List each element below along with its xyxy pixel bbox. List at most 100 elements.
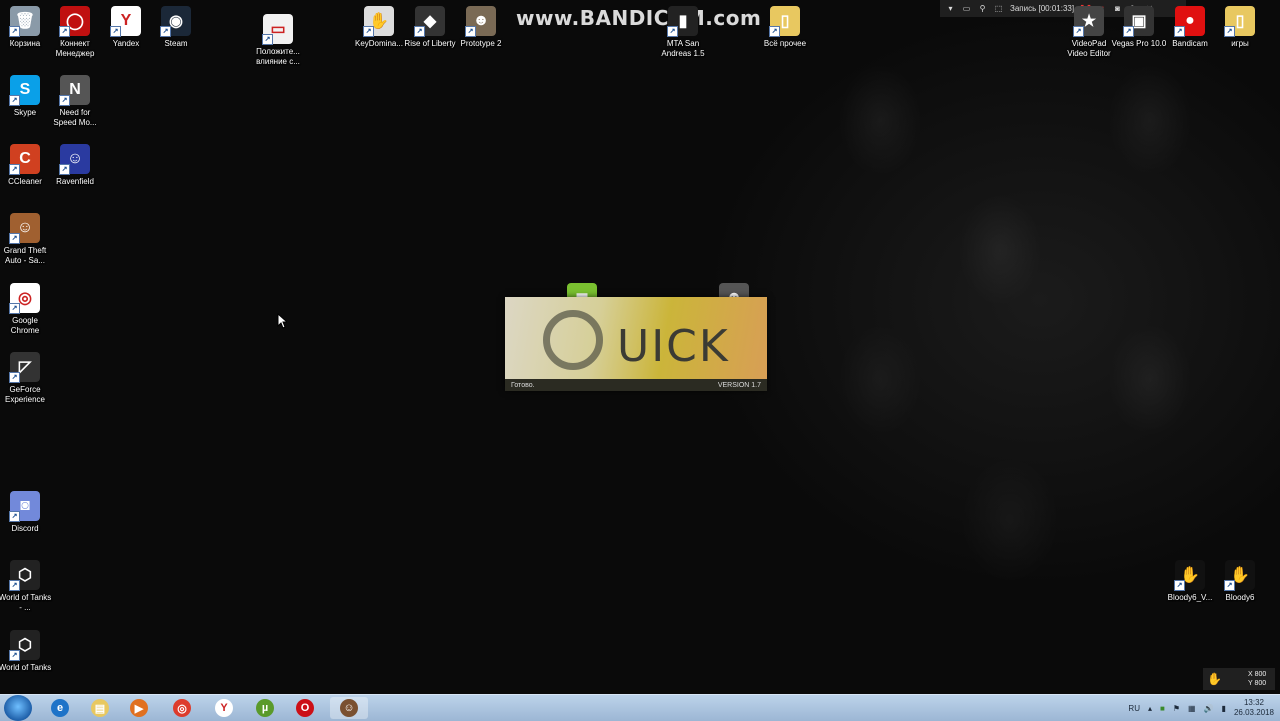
desktop-icon[interactable]: ☺ ↗ Grand Theft Auto - Sa... [0,213,50,266]
taskbar: e ▤ ▶ ◎ Yµ O ☺ RU ▴ ■ ⚑ ▦ 🔊 ▮ 13:32 26.03.2018 [0,694,1280,721]
taskbar-game-button[interactable]: ☺ [330,697,368,719]
desktop-icon[interactable]: ◯ ↗ Коннект Менеджер [50,6,100,59]
desktop-icon[interactable]: ▭ ↗ Положите... влияние с... [253,14,303,67]
splash-status-bar: Готово. VERSION 1.7 [505,379,767,391]
mouse-info-widget: ✋ X 800 Y 800 [1203,668,1275,690]
shortcut-arrow-icon: ↗ [9,95,20,106]
start-button[interactable] [4,695,32,721]
desktop-icon[interactable]: S ↗ Skype [0,75,50,118]
splash-status: Готово. [511,381,535,389]
desktop-icon-label: World of Tanks - ... [0,593,52,612]
mouse-x: X 800 [1247,671,1267,678]
taskbar-chrome-button[interactable]: ◎ [163,697,201,719]
app-icon: ◸ ↗ [9,352,40,383]
shortcut-arrow-icon: ↗ [769,26,780,37]
desktop-icon[interactable]: ◸ ↗ GeForce Experience [0,352,50,405]
desktop-icon[interactable]: ⬡ ↗ World of Tanks - ... [0,560,52,613]
app-icon: ◉ ↗ [160,6,191,37]
app-icon: ★ ↗ [1073,6,1104,37]
desktop-icon[interactable]: N ↗ Need for Speed Mo... [50,75,100,128]
shortcut-arrow-icon: ↗ [9,303,20,314]
app-icon: ☺ ↗ [59,144,90,175]
desktop-icon-label: Bloody6 [1225,593,1255,602]
app-icon: ▣ ↗ [1123,6,1154,37]
shortcut-arrow-icon: ↗ [59,95,70,106]
tray-app-icon[interactable]: ■ [1160,704,1165,713]
app-icon: ▯ ↗ [769,6,800,37]
desktop-icon[interactable]: C ↗ CCleaner [0,144,50,187]
volume-icon[interactable]: 🔊 [1204,704,1214,713]
desktop-icon-label: игры [1231,39,1249,48]
splash-word: UICK [617,321,730,372]
app-icon: ◆ ↗ [414,6,445,37]
desktop-icon-label: World of Tanks [0,663,52,672]
app-icon: ☻↗ [465,6,496,37]
desktop-icon[interactable]: ✋ ↗ Bloody6 [1215,560,1265,603]
signal-icon[interactable]: ▮ [1222,704,1226,713]
desktop-icon[interactable]: ☺ ↗ Ravenfield [50,144,100,187]
desktop-icon[interactable]: Y ↗ Yandex [101,6,151,49]
shortcut-arrow-icon: ↗ [465,26,476,37]
desktop-icon[interactable]: ▯ ↗ Всё прочее [760,6,810,49]
network-icon[interactable]: ▦ [1188,704,1196,713]
desktop-icon[interactable]: ◆ ↗ Rise of Liberty [404,6,456,49]
chrome-icon: ◎ [173,699,191,717]
desktop-icon[interactable]: ✋ ↗ KeyDomina... [354,6,404,49]
taskbar-utorrent-button[interactable]: µ [246,697,284,719]
desktop-icon-label: Need for Speed Mo... [53,108,97,127]
taskbar-opera-button[interactable]: O [286,697,324,719]
app-icon: ▭ ↗ [262,14,293,45]
shortcut-arrow-icon: ↗ [9,580,20,591]
desktop-icon-label: MTA San Andreas 1.5 [661,39,705,58]
desktop-icon[interactable]: ◙ ↗ Discord [0,491,50,534]
app-icon: ◎ ↗ [9,283,40,314]
desktop-icon-label: Skype [13,108,37,117]
app-icon: ▮ ↗ [667,6,698,37]
app-icon: ◯ ↗ [59,6,90,37]
shortcut-arrow-icon: ↗ [1174,580,1185,591]
game-icon: ☺ [340,699,358,717]
utorrent-icon: µ [256,699,274,717]
taskbar-explorer-button[interactable]: ▤ [81,697,119,719]
dropdown-icon[interactable]: ▾ [946,4,955,13]
clock[interactable]: 13:32 26.03.2018 [1234,698,1274,718]
desktop-icon-label: Bloody6_V... [1167,593,1213,602]
desktop-icon-label: Ravenfield [56,177,94,186]
shortcut-arrow-icon: ↗ [262,34,273,45]
desktop-icon[interactable]: ▣ ↗ Vegas Pro 10.0 [1112,6,1166,49]
desktop-icon[interactable]: ⬡ ↗ World of Tanks [0,630,52,673]
window-icon[interactable]: ▭ [962,4,971,13]
tray-expand-icon[interactable]: ▴ [1148,704,1152,713]
desktop-icon[interactable]: ● ↗ Bandicam [1165,6,1215,49]
desktop: www.BANDICAM.com ▾ ▭ ⚲ ⬚ Запись [00:01:3… [0,0,1280,694]
search-icon[interactable]: ⚲ [978,4,987,13]
app-icon: S ↗ [9,75,40,106]
ie-icon: e [51,699,69,717]
flag-icon[interactable]: ⚑ [1173,704,1180,713]
desktop-icon[interactable]: ◎ ↗ Google Chrome [0,283,50,336]
desktop-icon[interactable]: ★ ↗ VideoPad Video Editor [1064,6,1114,59]
desktop-icon[interactable]: 🗑 ↗ Корзина [0,6,50,49]
desktop-icon[interactable]: ◉ ↗ Steam [151,6,201,49]
taskbar-ie-button[interactable]: e [41,697,79,719]
app-icon: ⬡ ↗ [9,630,40,661]
desktop-icon-label: Всё прочее [763,39,807,48]
shortcut-arrow-icon: ↗ [9,372,20,383]
media-icon: ▶ [130,699,148,717]
desktop-icon-label: VideoPad Video Editor [1067,39,1111,58]
taskbar-yandex-button[interactable]: Y [205,697,243,719]
desktop-icon[interactable]: ▮ ↗ MTA San Andreas 1.5 [658,6,708,59]
desktop-icon-label: Prototype 2 [460,39,502,48]
desktop-icon[interactable]: ✋ ↗ Bloody6_V... [1165,560,1215,603]
select-region-icon[interactable]: ⬚ [994,4,1003,13]
desktop-icon[interactable]: ☻ ↗ Prototype 2 [456,6,506,49]
desktop-icon-label: Rise of Liberty [404,39,456,48]
taskbar-media-button[interactable]: ▶ [120,697,158,719]
desktop-icon[interactable]: ▯ ↗ игры [1215,6,1265,49]
clock-date: 26.03.2018 [1233,708,1274,717]
system-tray: RU ▴ ■ ⚑ ▦ 🔊 ▮ 13:32 26.03.2018 [1128,695,1280,721]
bandicam-watermark: www.BANDICAM.com [516,6,762,30]
language-indicator[interactable]: RU [1128,704,1140,713]
shortcut-arrow-icon: ↗ [9,650,20,661]
shortcut-arrow-icon: ↗ [363,26,374,37]
